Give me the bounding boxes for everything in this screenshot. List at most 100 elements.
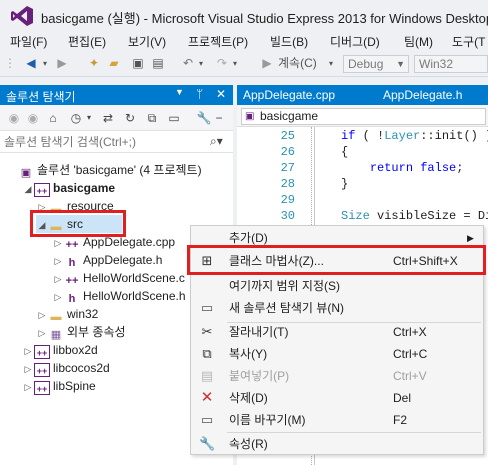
toolbar-overflow-icon[interactable]: − [214, 110, 224, 126]
back-dropdown-icon[interactable]: ▾ [40, 55, 50, 72]
code-line[interactable]: if ( !Layer::init() ) [341, 128, 488, 144]
tree-item-helloworldscene-h[interactable]: ▷ h HelloWorldScene.h [52, 287, 186, 305]
header-file-icon: h [68, 293, 76, 305]
line-number: 28 [280, 177, 295, 191]
continue-icon[interactable]: ▶ [260, 55, 274, 72]
home-icon[interactable]: ⌂ [45, 110, 61, 126]
solution-explorer-toolbar: ◉ ◉ ⌂ ◷ ▾ ⇄ ↻ ⧉ ▭ 🔧 − [0, 105, 233, 131]
undo-dropdown-icon[interactable]: ▾ [196, 55, 206, 72]
solution-search-input[interactable] [4, 134, 204, 150]
refresh-icon[interactable]: ↻ [122, 110, 138, 126]
configuration-dropdown[interactable]: Debug ▼ [343, 55, 409, 73]
tree-item-win32[interactable]: ▷ ▬ win32 [36, 305, 99, 324]
history-dropdown-icon[interactable]: ▾ [84, 110, 94, 126]
expander-icon[interactable]: ◢ [22, 180, 34, 198]
menu-item-rename[interactable]: ▭ 이름 바꾸기(M) F2 [191, 409, 483, 431]
close-icon[interactable]: ✕ [216, 87, 226, 101]
menu-item-label: 속성(R) [229, 437, 268, 451]
panel-dropdown-icon[interactable]: ▼ [175, 87, 184, 97]
menu-item-scope-to-this[interactable]: 여기까지 범위 지정(S) [191, 275, 483, 297]
menu-item-label: 이름 바꾸기(M) [229, 413, 306, 427]
platform-dropdown[interactable]: Win32 [414, 55, 488, 73]
continue-dropdown-icon[interactable]: ▾ [326, 55, 336, 72]
menu-item-properties[interactable]: 🔧 속성(R) [191, 433, 483, 455]
project-icon: ++ [34, 363, 50, 377]
redo-dropdown-icon[interactable]: ▾ [230, 55, 240, 72]
tree-item-helloworldscene-cpp[interactable]: ▷ ++ HelloWorldScene.c [52, 269, 185, 287]
menu-build[interactable]: 빌드(B) [270, 33, 308, 50]
properties-icon[interactable]: 🔧 [196, 110, 212, 126]
tree-item-label: basicgame [53, 181, 116, 195]
external-deps-icon: ▦ [50, 329, 62, 341]
menu-project[interactable]: 프로젝트(P) [188, 33, 248, 50]
tree-item-libcocos2d[interactable]: ▷ ++ libcocos2d [22, 359, 110, 377]
tree-item-solution[interactable]: ▣ 솔루션 'basicgame' (4 프로젝트) [6, 161, 202, 179]
tree-item-libspine[interactable]: ▷ ++ libSpine [22, 377, 96, 395]
tree-item-label: AppDelegate.h [83, 253, 163, 267]
continue-button[interactable]: 계속(C) [278, 55, 328, 72]
menu-item-copy[interactable]: ⧉ 복사(Y) Ctrl+C [191, 343, 483, 365]
show-all-files-icon[interactable]: ▭ [166, 110, 182, 126]
expander-icon[interactable]: ▷ [52, 270, 64, 288]
scope-dropdown[interactable]: ▣ basicgame [241, 108, 486, 125]
search-icon[interactable]: ⌕▾ [210, 134, 223, 149]
toolbar-grip-icon: ⋮ [4, 56, 16, 70]
expander-icon[interactable]: ▷ [36, 324, 48, 342]
collapse-all-icon[interactable]: ⧉ [144, 110, 160, 126]
sync-icon[interactable]: ⇄ [100, 110, 116, 126]
tree-item-basicgame[interactable]: ◢ ++ basicgame [22, 179, 115, 197]
history-icon[interactable]: ◷ [68, 110, 84, 126]
menu-debug[interactable]: 디버그(D) [330, 33, 380, 50]
menu-item-shortcut: Ctrl+C [393, 347, 428, 361]
forward-icon[interactable]: ▶ [54, 55, 70, 72]
delete-icon: ✕ [200, 389, 214, 406]
menu-item-label: 복사(Y) [229, 347, 268, 361]
menu-item-new-explorer-view[interactable]: ▭ 새 솔루션 탐색기 뷰(N) [191, 297, 483, 319]
tab-appdelegate-h[interactable]: AppDelegate.h [383, 88, 462, 102]
new-view-icon: ▭ [200, 300, 214, 315]
redo-icon[interactable]: ↷ [214, 55, 230, 72]
highlight-box-class-wizard [187, 245, 486, 275]
new-project-icon[interactable]: ✦ [86, 55, 102, 72]
code-line[interactable]: } [341, 176, 348, 192]
back-icon[interactable]: ◉ [6, 110, 22, 126]
project-icon: ++ [34, 183, 50, 197]
expander-icon[interactable]: ▷ [52, 252, 64, 270]
tree-item-libbox2d[interactable]: ▷ ++ libbox2d [22, 341, 98, 359]
expander-icon[interactable]: ▷ [22, 342, 34, 360]
header-file-icon: h [68, 257, 76, 269]
highlight-box-src [30, 210, 126, 237]
tree-item-appdelegate-h[interactable]: ▷ h AppDelegate.h [52, 251, 163, 270]
line-number: 26 [280, 145, 295, 159]
menu-item-paste[interactable]: ▤ 붙여넣기(P) Ctrl+V [191, 365, 483, 387]
menu-view[interactable]: 보기(V) [128, 33, 166, 50]
save-icon[interactable]: ▣ [130, 55, 146, 72]
back-icon[interactable]: ◀ [22, 55, 40, 72]
code-line[interactable]: { [341, 144, 348, 160]
folder-icon: ▬ [50, 311, 62, 323]
menu-edit[interactable]: 편집(E) [68, 33, 106, 50]
code-line[interactable]: Size visibleSize = Di [341, 208, 488, 224]
expander-icon[interactable]: ▷ [22, 378, 34, 396]
tree-item-external-deps[interactable]: ▷ ▦ 외부 종속성 [36, 323, 126, 341]
menu-file[interactable]: 파일(F) [10, 33, 47, 50]
line-number: 25 [280, 129, 295, 143]
menu-item-cut[interactable]: ✂ 잘라내기(T) Ctrl+X [191, 321, 483, 343]
menu-item-label: 새 솔루션 탐색기 뷰(N) [229, 301, 344, 315]
pin-icon[interactable]: ᛘ [196, 87, 203, 101]
save-all-icon[interactable]: ▤ [150, 55, 166, 72]
menu-tools[interactable]: 도구(T [452, 33, 485, 50]
code-line[interactable]: return false; [341, 160, 464, 176]
tab-appdelegate-cpp[interactable]: AppDelegate.cpp [243, 88, 335, 102]
undo-icon[interactable]: ↶ [180, 55, 196, 72]
copy-icon: ⧉ [202, 346, 212, 361]
open-file-icon[interactable]: ▰ [106, 55, 122, 72]
expander-icon[interactable]: ▷ [52, 288, 64, 306]
expander-icon[interactable]: ▷ [36, 306, 48, 324]
menu-item-delete[interactable]: ✕ 삭제(D) Del [191, 387, 483, 409]
platform-value: Win32 [419, 57, 454, 71]
expander-icon[interactable]: ▷ [22, 360, 34, 378]
solution-explorer-search: ⌕▾ [0, 131, 233, 153]
forward-icon[interactable]: ◉ [25, 110, 41, 126]
menu-team[interactable]: 팀(M) [404, 33, 433, 50]
